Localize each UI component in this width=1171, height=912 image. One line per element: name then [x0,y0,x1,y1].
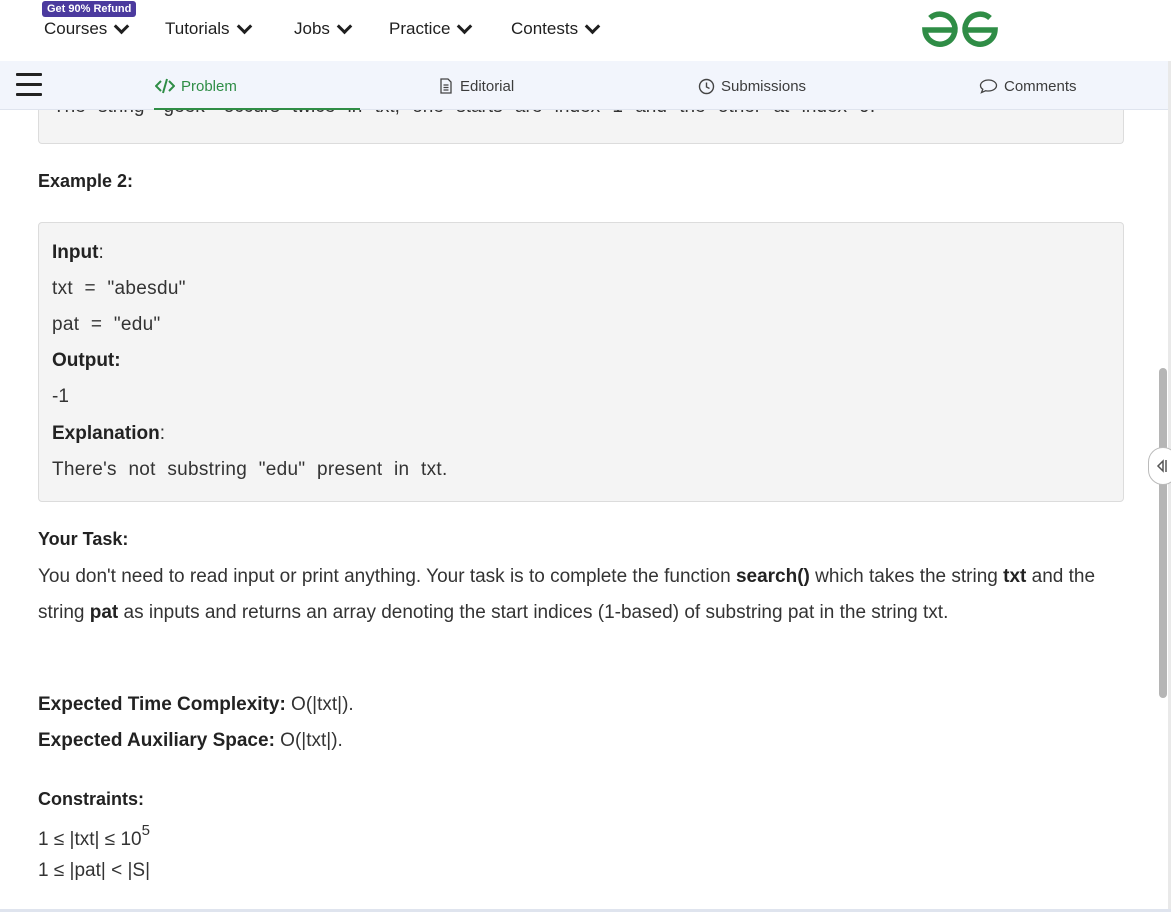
active-tab-indicator [154,108,360,110]
example1-explanation-box: The string "geek" occurs twice in txt, o… [38,110,1124,144]
constraint-exponent: 5 [141,822,150,839]
task-txt-param: txt [1003,566,1027,587]
nav-courses-label: Courses [44,19,108,38]
nav-courses[interactable]: Courses [44,17,130,41]
nav-jobs-label: Jobs [294,19,330,38]
document-icon [440,78,452,94]
example2-input-row: Input: [52,242,104,263]
space-complexity: Expected Auxiliary Space: O(|txt|). [38,730,343,752]
collapse-panel-handle[interactable] [1148,447,1171,485]
scrollbar-thumb[interactable] [1159,368,1167,698]
chevron-down-icon [584,18,601,34]
input-label: Input [52,242,99,263]
time-complexity-value: O(|txt|). [285,694,354,715]
constraint-txt-text: 1 ≤ |txt| ≤ 10 [38,829,142,850]
geeksforgeeks-logo-icon[interactable] [921,9,999,49]
output-label: Output: [52,350,121,371]
nav-tutorials-label: Tutorials [165,19,230,38]
code-icon [155,78,175,94]
collapse-arrow-icon [1156,459,1167,473]
tab-comments-label: Comments [1004,77,1077,95]
nav-tutorials[interactable]: Tutorials [165,17,252,41]
task-text-2: which takes the string [809,566,1004,587]
constraint-pat: 1 ≤ |pat| < |S| [38,860,151,881]
tab-problem-label: Problem [181,77,237,95]
example2-explanation-text: There's not substring "edu" present in t… [52,459,448,480]
nav-practice-label: Practice [389,19,451,38]
comment-bubble-icon [979,79,998,94]
chevron-down-icon [457,18,473,34]
clock-icon [698,78,715,94]
chevron-down-icon [114,18,130,34]
example2-explanation-row: Explanation: [52,423,165,444]
tab-comments[interactable]: Comments [979,75,1077,97]
example2-box: Input: txt = "abesdu" pat = "edu" Output… [38,222,1124,502]
explanation-label: Explanation [52,423,160,444]
nav-contests[interactable]: Contests [511,17,601,41]
task-function-name: search() [735,566,810,587]
example2-txt: txt = "abesdu" [52,278,186,299]
task-pat-param: pat [89,602,119,623]
task-heading: Your Task: [38,529,129,549]
chevron-down-icon [236,18,252,34]
nav-jobs[interactable]: Jobs [294,17,353,41]
chevron-down-icon [336,18,353,34]
task-text-1: You don't need to read input or print an… [38,566,736,587]
constraint-txt: 1 ≤ |txt| ≤ 105 [38,822,150,851]
tab-submissions[interactable]: Submissions [698,75,806,97]
tab-problem[interactable]: Problem [155,75,237,97]
example1-explanation-text: The string "geek" occurs twice in txt, o… [53,110,875,118]
nav-practice[interactable]: Practice [389,17,473,41]
tab-submissions-label: Submissions [721,77,807,95]
task-text-4: as inputs and returns an array denoting … [118,602,949,623]
problem-tabbar: Problem Editorial Submissions Comments [0,61,1168,110]
example2-pat: pat = "edu" [52,314,161,335]
example2-heading: Example 2: [38,171,134,191]
task-description: You don't need to read input or print an… [38,559,1128,631]
constraints-heading: Constraints: [38,789,145,809]
refund-badge[interactable]: Get 90% Refund [42,1,137,17]
tab-editorial[interactable]: Editorial [438,75,514,97]
tab-editorial-label: Editorial [460,77,515,95]
nav-contests-label: Contests [511,19,579,38]
example2-output-value: -1 [52,386,69,407]
space-complexity-label: Expected Auxiliary Space: [38,730,275,751]
time-complexity-label: Expected Time Complexity: [38,694,286,715]
top-navbar: Get 90% Refund Courses Tutorials Jobs Pr… [0,0,1171,61]
hamburger-menu-icon[interactable] [16,73,42,97]
time-complexity: Expected Time Complexity: O(|txt|). [38,694,354,716]
space-complexity-value: O(|txt|). [274,730,343,751]
